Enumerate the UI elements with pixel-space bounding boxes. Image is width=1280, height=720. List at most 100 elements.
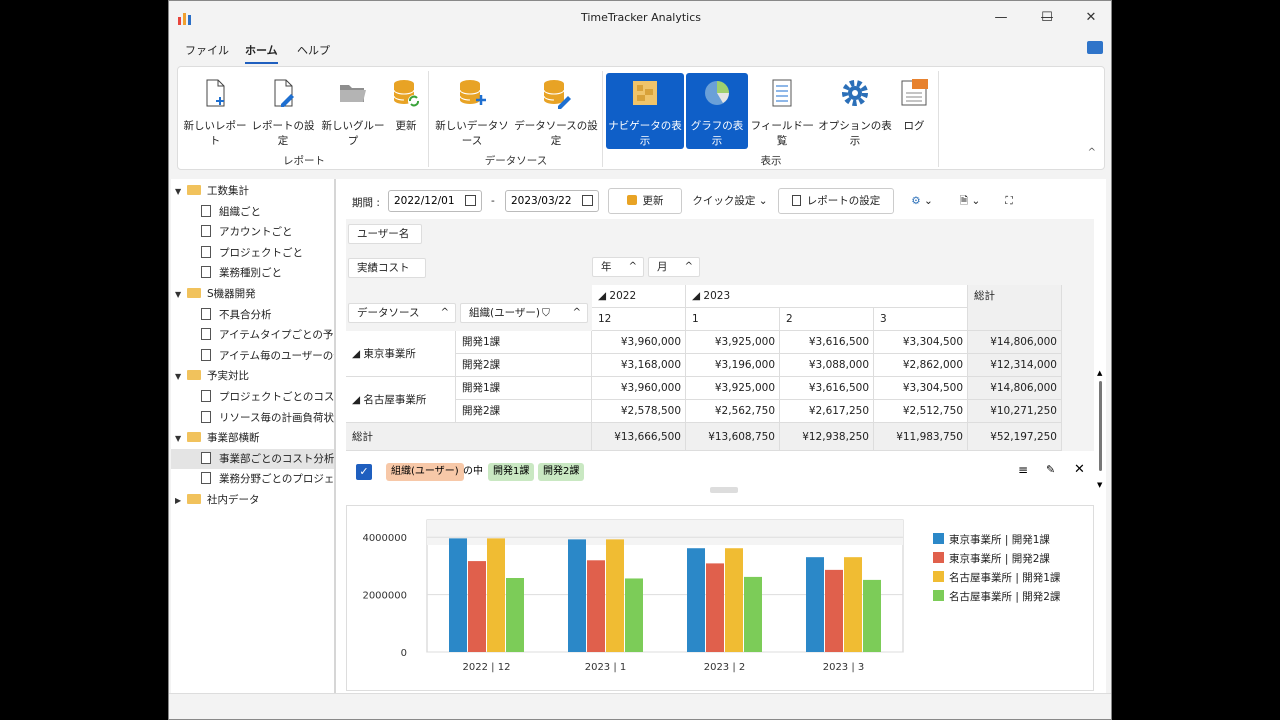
- chart-bar[interactable]: [863, 579, 881, 652]
- scroll-down-icon[interactable]: ▼: [1097, 481, 1102, 489]
- maximize-button[interactable]: ☐: [1033, 7, 1061, 29]
- show-navigator-button[interactable]: ナビゲータの表示: [606, 73, 684, 149]
- tree-item[interactable]: リソース毎の計画負荷状況: [171, 408, 334, 428]
- fit-icon[interactable]: ⛶: [998, 188, 1020, 214]
- vertical-scrollbar[interactable]: ▲ ▼: [1097, 369, 1105, 491]
- chart-bar[interactable]: [744, 576, 762, 652]
- date-from-field[interactable]: 2022/12/01: [388, 190, 482, 212]
- chart-bar[interactable]: [449, 538, 467, 652]
- tree-item[interactable]: 業務種別ごと: [171, 263, 334, 283]
- expand-down-icon[interactable]: ▼: [175, 285, 187, 305]
- col-field-month[interactable]: 月 ^: [648, 257, 700, 277]
- chart-bar[interactable]: [606, 539, 624, 652]
- filter-field-chip[interactable]: ユーザー名: [348, 224, 422, 244]
- export-dropdown[interactable]: 🗎 ⌄: [950, 188, 990, 214]
- tree-item[interactable]: アイテム毎のユーザーの予実: [171, 346, 334, 366]
- col-header-month: 12: [592, 308, 686, 331]
- data-field-chip[interactable]: 実績コスト: [348, 258, 426, 278]
- filter-connector: の中: [463, 466, 483, 477]
- tree-folder[interactable]: ▶ 社内データ: [171, 490, 334, 510]
- tree-item[interactable]: 組織ごと: [171, 202, 334, 222]
- filter-icon[interactable]: ⛉: [542, 307, 550, 319]
- tree-label: プロジェクトごと: [219, 246, 303, 259]
- report-settings-toolbar-button[interactable]: レポートの設定: [778, 188, 894, 214]
- legend-item[interactable]: 東京事業所 | 開発2課: [933, 551, 1050, 566]
- chart-bar[interactable]: [844, 557, 862, 652]
- chart-bar[interactable]: [806, 557, 824, 652]
- pivot-grid: ユーザー名 実績コスト 年 ^ 月 ^ データソース ^ 組織(ユーザー) ⛉ ^ ◢ 2…: [346, 219, 1102, 489]
- refresh-button[interactable]: 更新: [388, 73, 424, 149]
- filter-value-tag[interactable]: 開発1課: [488, 463, 535, 481]
- minimize-button-2[interactable]: —: [987, 7, 1015, 29]
- field-list-button[interactable]: フィールド一覧: [750, 73, 814, 149]
- refresh-data-button[interactable]: 更新: [608, 188, 682, 214]
- row-field-org[interactable]: 組織(ユーザー) ⛉ ^: [460, 303, 588, 323]
- legend-item[interactable]: 名古屋事業所 | 開発1課: [933, 570, 1060, 585]
- show-options-button[interactable]: オプションの表示: [816, 73, 894, 149]
- quick-settings-dropdown[interactable]: クイック設定 ⌄: [690, 188, 770, 214]
- show-graph-button[interactable]: グラフの表示: [686, 73, 748, 149]
- chart-bar[interactable]: [687, 548, 705, 652]
- tree-item[interactable]: アイテムタイプごとの予実管: [171, 325, 334, 345]
- edit-pencil-icon[interactable]: ✎: [1046, 463, 1055, 476]
- title-bar: TimeTracker Analytics —: [169, 1, 1111, 35]
- legend-item[interactable]: 東京事業所 | 開発1課: [933, 532, 1050, 547]
- expand-down-icon[interactable]: ▼: [175, 182, 187, 202]
- row-header-org: 開発1課: [456, 331, 592, 354]
- feedback-icon[interactable]: [1087, 41, 1103, 54]
- tree-item[interactable]: アカウントごと: [171, 222, 334, 242]
- chart-bar[interactable]: [825, 569, 843, 652]
- chart-bar[interactable]: [468, 561, 486, 652]
- tree-item[interactable]: プロジェクトごと: [171, 243, 334, 263]
- filter-field-tag[interactable]: 組織(ユーザー): [386, 463, 464, 481]
- tree-item[interactable]: プロジェクトごとのコスト: [171, 387, 334, 407]
- chart-bar[interactable]: [587, 560, 605, 652]
- menu-home[interactable]: ホーム: [245, 42, 278, 64]
- chart-bar[interactable]: [568, 539, 586, 652]
- chart-bar[interactable]: [725, 548, 743, 652]
- chart-bar[interactable]: [625, 578, 643, 652]
- close-button[interactable]: ✕: [1077, 7, 1105, 29]
- new-datasource-button[interactable]: 新しいデータソース: [432, 73, 512, 149]
- log-icon: [901, 79, 928, 106]
- scroll-up-icon[interactable]: ▲: [1097, 369, 1102, 377]
- tree-folder[interactable]: ▼ S機器開発: [171, 284, 334, 304]
- panel-collapse-handle[interactable]: [710, 487, 738, 493]
- report-settings-button[interactable]: レポートの設定: [250, 73, 316, 149]
- col-field-year[interactable]: 年 ^: [592, 257, 644, 277]
- tree-folder[interactable]: ▼ 工数集計: [171, 181, 334, 201]
- legend-item[interactable]: 名古屋事業所 | 開発2課: [933, 589, 1060, 604]
- sort-up-icon: ^: [440, 307, 449, 318]
- calendar-icon[interactable]: [582, 195, 593, 206]
- expand-down-icon[interactable]: ▼: [175, 367, 187, 387]
- filter-enabled-checkbox[interactable]: ✓: [356, 464, 372, 480]
- filter-value-tag[interactable]: 開発2課: [538, 463, 585, 481]
- datasource-settings-button[interactable]: データソースの設定: [514, 73, 598, 149]
- tree-item[interactable]: 不具合分析: [171, 305, 334, 325]
- document-icon: [201, 307, 211, 320]
- calendar-icon[interactable]: [465, 195, 476, 206]
- new-report-button[interactable]: 新しいレポート: [182, 73, 248, 149]
- log-button[interactable]: ログ: [894, 73, 934, 149]
- tree-folder[interactable]: ▼ 予実対比: [171, 366, 334, 386]
- chart-bar[interactable]: [706, 563, 724, 652]
- chart-bar[interactable]: [487, 538, 505, 652]
- new-group-button[interactable]: 新しいグループ: [320, 73, 386, 149]
- ribbon-collapse-button[interactable]: ^: [1088, 147, 1096, 158]
- menu-lines-icon[interactable]: ≡: [1018, 463, 1028, 477]
- expand-right-icon[interactable]: ▶: [175, 491, 187, 511]
- menu-help[interactable]: ヘルプ: [297, 42, 330, 58]
- date-to-field[interactable]: 2023/03/22: [505, 190, 599, 212]
- ribbon-group-view: 表示: [760, 155, 782, 167]
- scroll-thumb[interactable]: [1099, 381, 1102, 471]
- row-field-datasource[interactable]: データソース ^: [348, 303, 456, 323]
- chart-bar[interactable]: [506, 578, 524, 652]
- pivot-value-cell: ¥2,862,000: [874, 354, 968, 377]
- expand-down-icon[interactable]: ▼: [175, 429, 187, 449]
- settings-dropdown[interactable]: ⚙ ⌄: [902, 188, 942, 214]
- tree-item[interactable]: 事業部ごとのコスト分析: [171, 448, 334, 469]
- tree-item[interactable]: 業務分野ごとのプロジェクト: [171, 469, 334, 489]
- tree-folder[interactable]: ▼ 事業部横断: [171, 428, 334, 448]
- close-icon[interactable]: ✕: [1074, 462, 1085, 477]
- menu-file[interactable]: ファイル: [185, 42, 229, 58]
